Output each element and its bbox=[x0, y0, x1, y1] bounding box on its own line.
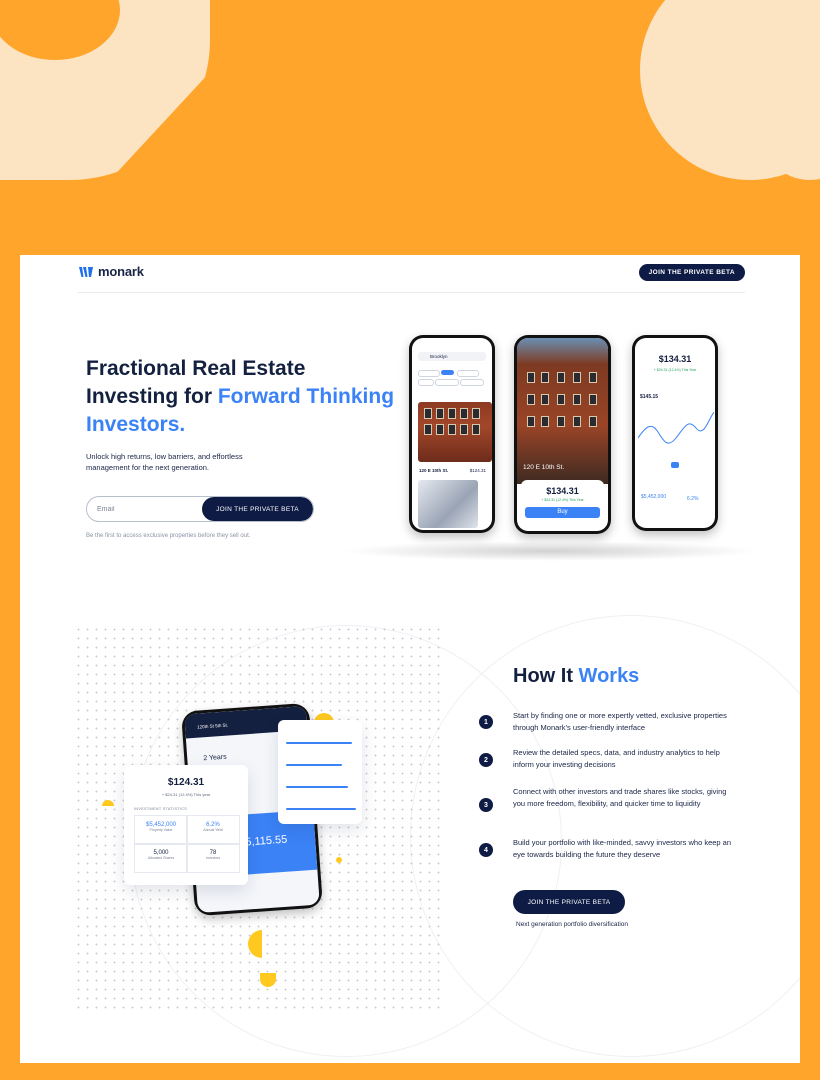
listing-photo-2 bbox=[418, 480, 478, 528]
price-line-chart bbox=[638, 411, 714, 444]
price-panel: $134.31 + $24.31 (12.4%) This Year Buy bbox=[521, 480, 604, 528]
step-4: 4 Build your portfolio with like-minded,… bbox=[479, 837, 739, 867]
illustration-card-analytics bbox=[278, 720, 362, 824]
yellow-half-circle-left bbox=[102, 800, 114, 806]
listing-label: 120 E 10th St. bbox=[419, 468, 449, 473]
filter-chips bbox=[418, 370, 488, 394]
card-stat4-label: Investors bbox=[205, 856, 221, 860]
how-it-works-title: How It Works bbox=[513, 665, 639, 688]
phone-mockup-stats: $134.31 + $24.31 (12.4%) This Year $145.… bbox=[632, 335, 718, 531]
yellow-dot bbox=[336, 857, 342, 863]
stats-price: $134.31 bbox=[658, 354, 692, 364]
hero-title-line2: Investing for bbox=[86, 385, 218, 408]
stats-value: $145.15 bbox=[640, 394, 659, 400]
hero-title-line3: Investors. bbox=[86, 413, 186, 436]
step-1-text: Start by finding one or more expertly ve… bbox=[513, 711, 727, 732]
card-change: + $24.31 (12.4%) This year bbox=[161, 792, 211, 797]
illustration-phone-years: 2 Years bbox=[203, 753, 227, 763]
buy-button[interactable]: Buy bbox=[525, 507, 600, 518]
brand-name: monark bbox=[98, 264, 144, 279]
step-3: 3 Connect with other investors and trade… bbox=[479, 786, 739, 826]
phone-screen-listing: 120 E 10th St. $134.31 + $24.31 (12.4%) … bbox=[517, 338, 608, 531]
illustration-card-stats: $124.31 + $24.31 (12.4%) This year INVES… bbox=[124, 765, 248, 885]
chart-range-tabs bbox=[641, 462, 711, 468]
step-2-text: Review the detailed specs, data, and ind… bbox=[513, 748, 720, 769]
card-stat3: 5,000 Allocated Shares bbox=[134, 843, 188, 873]
hero-title-highlight: Forward Thinking bbox=[217, 385, 395, 408]
phone-mockup-listing: 120 E 10th St. $134.31 + $24.31 (12.4%) … bbox=[514, 335, 611, 534]
illustration-phone-title: 120th St 5th St. bbox=[196, 722, 229, 730]
property-change: + $24.31 (12.4%) This Year bbox=[541, 498, 584, 502]
phone-mockup-search: Brooklyn 120 E 10th St. $124.31 bbox=[409, 335, 495, 533]
stats-val2: 6.2% bbox=[687, 496, 699, 502]
listing-price: $124.31 bbox=[469, 468, 486, 473]
how-title-plain: How It bbox=[513, 665, 579, 687]
step-3-number: 3 bbox=[479, 798, 493, 812]
step-2: 2 Review the detailed specs, data, and i… bbox=[479, 747, 739, 777]
hero-title: Fractional Real Estate Investing for For… bbox=[86, 355, 416, 439]
search-value: Brooklyn bbox=[430, 354, 448, 359]
email-signup-form: JOIN THE PRIVATE BETA bbox=[86, 496, 314, 522]
step-1: 1 Start by finding one or more expertly … bbox=[479, 710, 739, 740]
hero-subtitle: Unlock high returns, low barriers, and e… bbox=[86, 452, 243, 472]
property-address: 120 E 10th St. bbox=[523, 464, 565, 471]
property-photo bbox=[517, 338, 608, 484]
listing-photo bbox=[418, 402, 492, 462]
card-price: $124.31 bbox=[167, 777, 205, 788]
phone-screen-search: Brooklyn 120 E 10th St. $124.31 bbox=[412, 338, 492, 530]
step-1-number: 1 bbox=[479, 715, 493, 729]
top-nav: monark JOIN THE PRIVATE BETA bbox=[78, 255, 745, 293]
step-3-text: Connect with other investors and trade s… bbox=[513, 787, 727, 808]
how-title-highlight: Works bbox=[578, 665, 640, 687]
join-beta-how-button[interactable]: JOIN THE PRIVATE BETA bbox=[513, 890, 625, 914]
hero-fine-print: Be the first to access exclusive propert… bbox=[86, 533, 251, 539]
how-cta-subtitle: Next generation portfolio diversificatio… bbox=[516, 921, 629, 928]
card-stat2: 6.2% Annual Yield bbox=[186, 815, 240, 845]
join-beta-hero-button[interactable]: JOIN THE PRIVATE BETA bbox=[202, 497, 313, 521]
phones-shadow bbox=[340, 541, 760, 561]
hero-title-line1: Fractional Real Estate bbox=[86, 357, 306, 380]
card-stat3-label: Allocated Shares bbox=[147, 856, 175, 860]
step-4-text: Build your portfolio with like-minded, s… bbox=[513, 838, 732, 859]
phone-screen-stats: $134.31 + $24.31 (12.4%) This Year $145.… bbox=[635, 338, 715, 528]
card-stat2-label: Annual Yield bbox=[203, 828, 223, 832]
card-stat1-label: Property Value bbox=[149, 828, 173, 832]
step-4-number: 4 bbox=[479, 843, 493, 857]
step-2-number: 2 bbox=[479, 753, 493, 767]
card-stat1: $5,452,000 Property Value bbox=[134, 815, 188, 845]
card-stat4: 78 Investors bbox=[186, 843, 240, 873]
stats-val1: $5,452,000 bbox=[641, 494, 667, 500]
property-price: $134.31 bbox=[546, 486, 579, 496]
stats-change: + $24.31 (12.4%) This Year bbox=[653, 368, 697, 372]
card-section-title: INVESTMENT STATISTICS bbox=[134, 807, 188, 811]
brand-logo[interactable]: monark bbox=[78, 264, 144, 279]
search-bar: Brooklyn bbox=[418, 352, 486, 361]
landing-page: monark JOIN THE PRIVATE BETA Fractional … bbox=[20, 255, 800, 1063]
email-input[interactable] bbox=[87, 497, 203, 521]
join-beta-nav-button[interactable]: JOIN THE PRIVATE BETA bbox=[638, 264, 745, 281]
monark-logo-icon bbox=[79, 266, 93, 277]
